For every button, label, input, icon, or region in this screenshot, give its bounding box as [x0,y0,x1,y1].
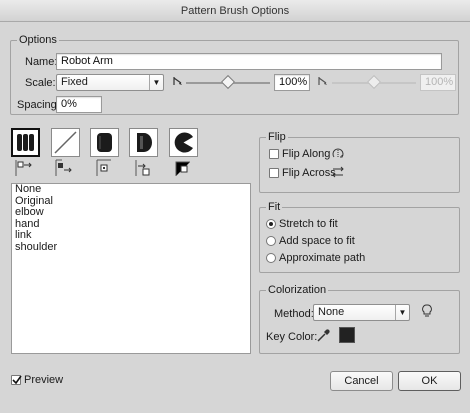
inner-corner-position-icon [96,159,111,176]
fit-legend: Fit [266,200,283,214]
stretch-to-fit-label[interactable]: Stretch to fit [279,217,338,231]
flip-across-checkbox[interactable] [269,168,279,178]
checkmark-icon [12,375,22,385]
end-tile-button[interactable] [169,128,198,157]
name-label: Name: [25,56,58,68]
method-label: Method: [274,308,314,320]
list-item[interactable]: elbow [12,206,250,219]
title-bar: Pattern Brush Options [0,0,470,22]
flip-across-icon [332,166,344,178]
ok-button[interactable]: OK [398,371,461,391]
tips-lightbulb-icon[interactable] [421,304,433,318]
inner-corner-tile-button[interactable] [90,128,119,157]
preview-checkbox[interactable] [11,375,22,385]
max-scale-value-field[interactable]: 100% [420,74,456,91]
method-dropdown[interactable]: None ▼ [313,304,410,321]
spacing-label: Spacing: [17,99,60,111]
side-tile-button[interactable] [11,128,40,157]
flip-along-label[interactable]: Flip Along [282,147,330,161]
side-position-icon [15,160,32,176]
outer-corner-tile-icon [54,131,77,154]
chevron-down-icon: ▼ [395,305,409,320]
flip-legend: Flip [266,130,288,144]
options-legend: Options [17,33,59,47]
preview-label[interactable]: Preview [24,373,63,387]
pressure-pen-max-icon [318,77,327,85]
list-item[interactable]: hand [12,218,250,231]
colorization-group: Colorization [259,283,460,354]
add-space-to-fit-radio[interactable] [266,236,276,246]
name-field[interactable]: Robot Arm [56,53,442,70]
cancel-button[interactable]: Cancel [330,371,393,391]
start-tile-icon [137,133,152,152]
flip-along-checkbox[interactable] [269,149,279,159]
flip-along-icon [332,148,344,158]
end-position-icon [175,161,190,176]
flip-group: Flip [259,130,460,193]
scale-value-field[interactable]: 100% [274,74,310,91]
list-item[interactable]: shoulder [12,241,250,254]
start-tile-button[interactable] [129,128,158,157]
add-space-to-fit-label[interactable]: Add space to fit [279,234,355,248]
end-tile-icon [174,132,193,153]
start-position-icon [135,160,150,176]
key-color-swatch[interactable] [339,327,355,343]
scale-label: Scale: [25,77,56,89]
pattern-list[interactable]: None Original elbow hand link shoulder [11,183,251,354]
method-dropdown-value: None [318,306,345,318]
list-item[interactable]: None [12,183,250,196]
stretch-to-fit-radio[interactable] [266,219,276,229]
list-item[interactable]: Original [12,195,250,208]
approximate-path-radio[interactable] [266,253,276,263]
scale-dropdown-value: Fixed [61,76,88,88]
chevron-down-icon: ▼ [149,75,163,90]
list-item[interactable]: link [12,229,250,242]
outer-corner-position-icon [55,159,72,176]
scale-dropdown[interactable]: Fixed ▼ [56,74,164,91]
pressure-pen-icon [173,77,182,85]
inner-corner-tile-icon [97,133,112,152]
side-tile-icon [17,134,34,151]
spacing-field[interactable]: 0% [56,96,102,113]
key-color-label: Key Color: [266,331,318,343]
flip-across-label[interactable]: Flip Across [282,166,336,180]
approximate-path-label[interactable]: Approximate path [279,251,365,265]
window-title: Pattern Brush Options [180,5,290,17]
colorization-legend: Colorization [266,283,329,297]
eyedropper-icon[interactable] [316,329,330,343]
outer-corner-tile-button[interactable] [51,128,80,157]
